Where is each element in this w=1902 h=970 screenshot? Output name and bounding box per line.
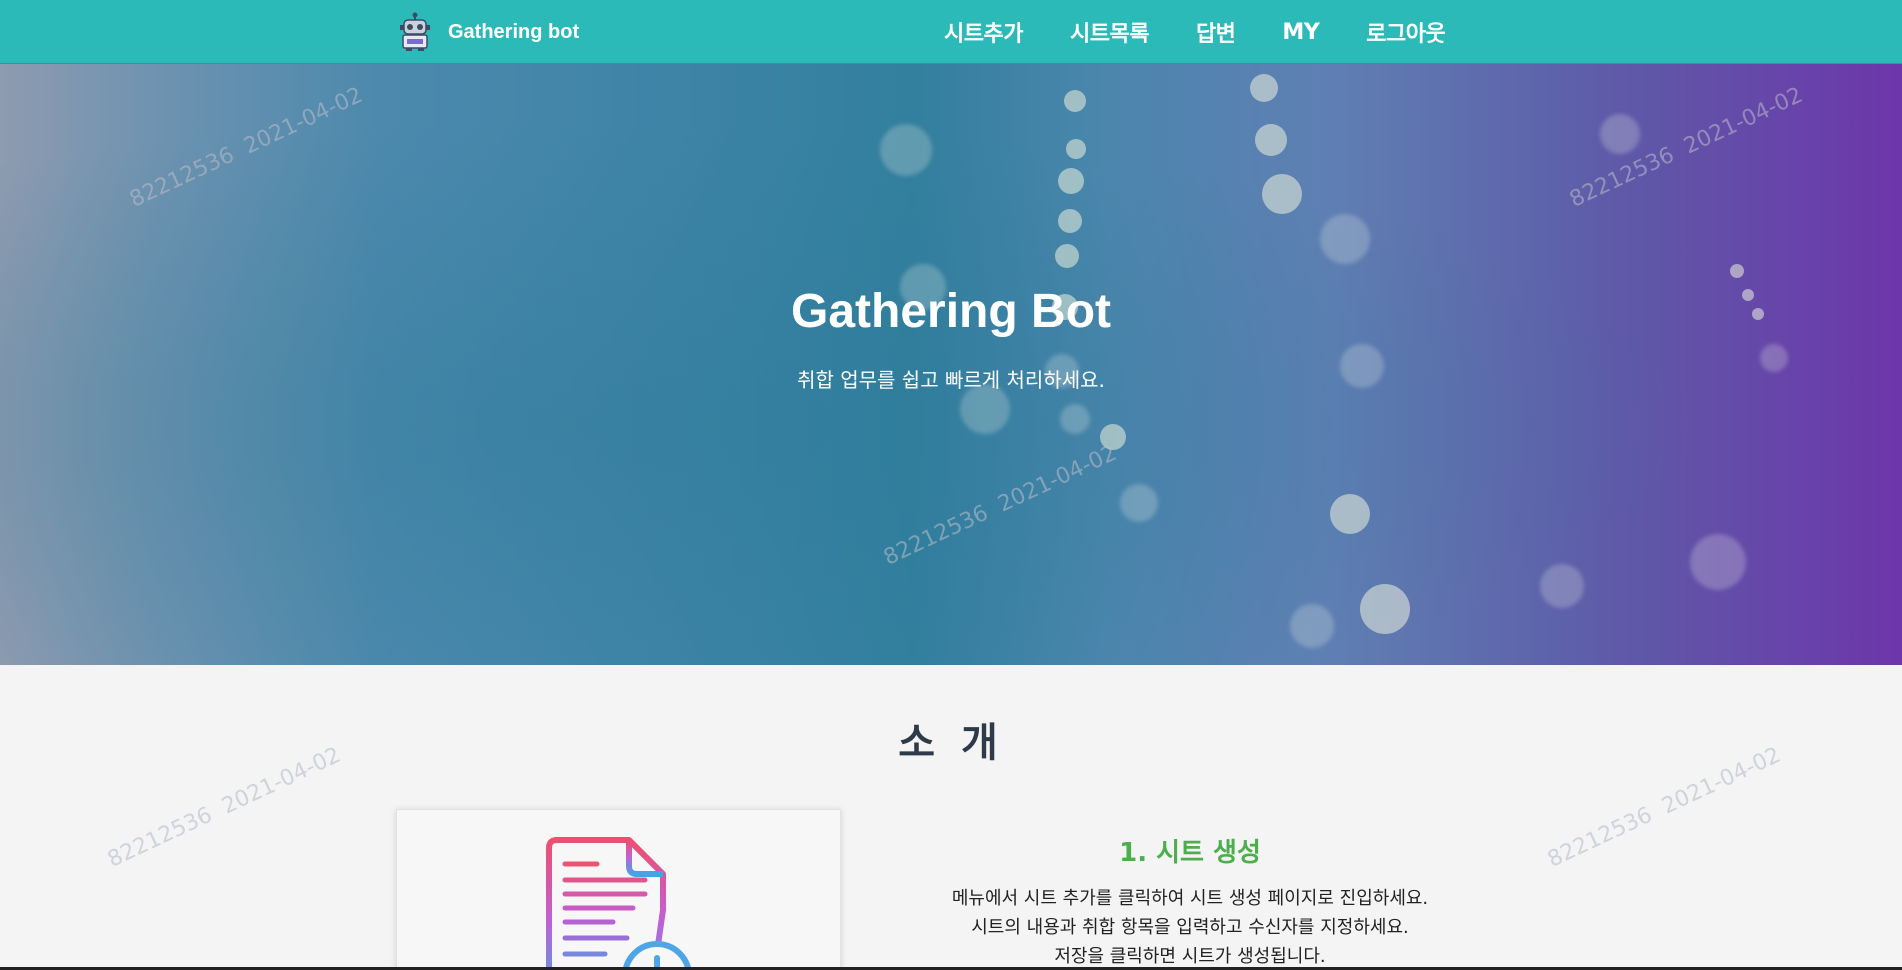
bokeh-decoration [1600, 114, 1640, 154]
intro-heading: 소 개 [898, 720, 1004, 766]
brand-link[interactable]: Gathering bot [398, 0, 579, 64]
bokeh-decoration [1320, 214, 1370, 264]
bokeh-decoration [1066, 139, 1086, 159]
hero-banner: Gathering Bot 취합 업무를 쉽고 빠르게 처리하세요. [0, 64, 1902, 665]
bokeh-decoration [1262, 174, 1302, 214]
bokeh-decoration [1330, 494, 1370, 534]
hero-title: Gathering Bot [791, 285, 1111, 338]
bokeh-decoration [1250, 74, 1278, 102]
watermark-id: 82212536 [104, 802, 217, 873]
bokeh-decoration [1730, 264, 1744, 278]
bokeh-decoration [880, 124, 932, 176]
bokeh-decoration [1055, 244, 1079, 268]
step1-title: 1. 시트 생성 [1119, 838, 1261, 868]
bokeh-decoration [1255, 124, 1287, 156]
nav-answers[interactable]: 답변 [1196, 16, 1236, 48]
bokeh-decoration [1058, 168, 1084, 194]
bokeh-decoration [1120, 484, 1158, 522]
brand-name: Gathering bot [448, 20, 580, 43]
step1-image-card [396, 809, 841, 970]
watermark-id: 82212536 [1544, 802, 1657, 873]
bokeh-decoration [1064, 90, 1086, 112]
bokeh-decoration [1690, 534, 1746, 590]
robot-logo-icon [400, 12, 430, 51]
step1-description-line: 저장을 클릭하면 시트가 생성됩니다. [1054, 946, 1326, 967]
nav-sheet-list[interactable]: 시트목록 [1070, 16, 1149, 48]
step1-description-line: 메뉴에서 시트 추가를 클릭하여 시트 생성 페이지로 진입하세요. [951, 888, 1429, 909]
main-menu: 시트추가 시트목록 답변 MY 로그아웃 [944, 0, 1446, 64]
bokeh-decoration [1058, 209, 1082, 233]
bokeh-decoration [1540, 564, 1584, 608]
add-document-icon [546, 837, 692, 970]
step1-description-line: 시트의 내용과 취합 항목을 입력하고 수신자를 지정하세요. [971, 917, 1409, 938]
nav-logout[interactable]: 로그아웃 [1366, 16, 1445, 48]
bokeh-decoration [1360, 584, 1410, 634]
nav-add-sheet[interactable]: 시트추가 [944, 16, 1023, 48]
bokeh-decoration [1290, 604, 1334, 648]
nav-my[interactable]: MY [1282, 20, 1319, 45]
hero-subtitle: 취합 업무를 쉽고 빠르게 처리하세요. [797, 368, 1105, 392]
bokeh-decoration [1100, 424, 1126, 450]
bokeh-decoration [1060, 404, 1090, 434]
top-navbar: Gathering bot 시트추가 시트목록 답변 MY 로그아웃 [0, 0, 1902, 64]
